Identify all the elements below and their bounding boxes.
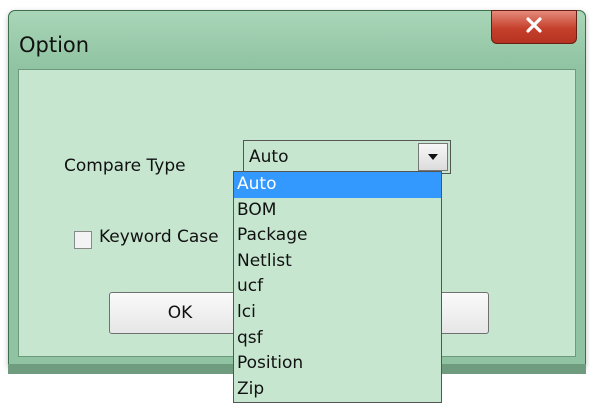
dropdown-option-package[interactable]: Package — [234, 223, 441, 249]
compare-type-label: Compare Type — [64, 156, 186, 176]
title-bar: Option — [9, 10, 585, 69]
keyword-case-checkbox[interactable] — [74, 231, 92, 249]
dropdown-option-position[interactable]: Position — [234, 351, 441, 377]
ok-button[interactable]: OK — [109, 292, 251, 334]
compare-type-dropdown-list[interactable]: Auto BOM Package Netlist ucf lci qsf Pos… — [233, 171, 442, 403]
window-title: Option — [19, 33, 90, 57]
dropdown-option-ucf[interactable]: ucf — [234, 274, 441, 300]
dropdown-arrow-button[interactable] — [418, 143, 448, 171]
dropdown-option-bom[interactable]: BOM — [234, 198, 441, 224]
compare-type-select[interactable]: Auto — [243, 140, 451, 174]
dropdown-option-qsf[interactable]: qsf — [234, 326, 441, 352]
compare-type-value: Auto — [249, 147, 289, 167]
close-icon — [525, 17, 543, 37]
keyword-case-label: Keyword Case — [99, 227, 219, 247]
dropdown-option-zip[interactable]: Zip — [234, 377, 441, 402]
dropdown-option-lci[interactable]: lci — [234, 300, 441, 326]
close-button[interactable] — [491, 10, 577, 44]
dropdown-option-auto[interactable]: Auto — [234, 172, 441, 198]
chevron-down-icon — [428, 154, 438, 160]
ok-button-label: OK — [167, 303, 193, 323]
dropdown-option-netlist[interactable]: Netlist — [234, 249, 441, 275]
